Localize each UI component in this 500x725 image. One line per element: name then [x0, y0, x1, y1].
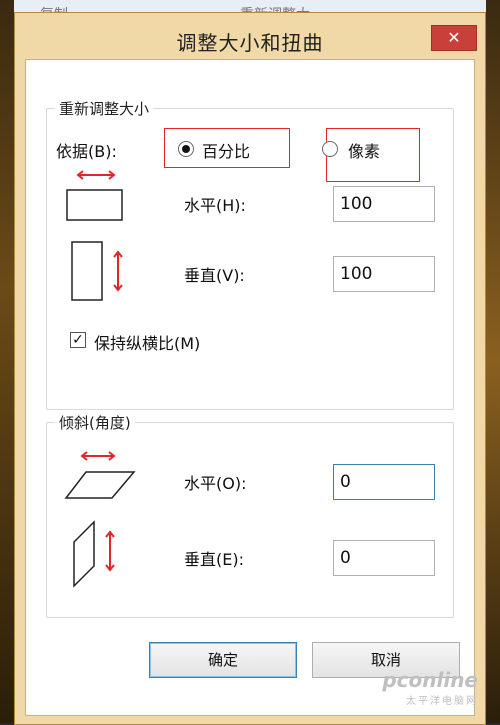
resize-horizontal-input[interactable]: 100 [333, 186, 435, 222]
ok-button[interactable]: 确定 [149, 642, 297, 678]
resize-horizontal-label: 水平(H): [184, 196, 246, 215]
percent-radio[interactable] [178, 141, 194, 157]
keep-aspect-label[interactable]: 保持纵横比(M) [94, 330, 200, 354]
resize-skew-dialog: 调整大小和扭曲 ✕ 重新调整大小 依据(B): 百分比 像素 水平(H): 10… [14, 12, 486, 725]
skew-vertical-input[interactable]: 0 [333, 540, 435, 576]
close-button[interactable]: ✕ [431, 25, 477, 51]
watermark-logo-text: pconline [382, 668, 478, 692]
dialog-client-area: 重新调整大小 依据(B): 百分比 像素 水平(H): 100 垂直(V): 1… [25, 59, 475, 716]
pconline-watermark: pconline 太平洋电脑网 [382, 668, 478, 707]
resize-by-label: 依据(B): [56, 142, 117, 161]
dialog-titlebar[interactable]: 调整大小和扭曲 ✕ [15, 13, 485, 59]
skew-horizontal-label: 水平(O): [184, 474, 247, 493]
watermark-subtitle: 太平洋电脑网 [406, 696, 478, 707]
background-left-edge [0, 0, 14, 723]
resize-horizontal-icon [66, 170, 123, 221]
background-right-edge [486, 0, 500, 723]
percent-option-label[interactable]: 百分比 [202, 138, 250, 162]
resize-vertical-input[interactable]: 100 [333, 256, 435, 292]
resize-vertical-label: 垂直(V): [184, 266, 245, 285]
close-icon: ✕ [447, 28, 461, 47]
dialog-title: 调整大小和扭曲 [176, 31, 324, 55]
radio-selected-dot [182, 145, 190, 153]
skew-group-legend: 倾斜(角度) [55, 412, 135, 433]
skew-vertical-label: 垂直(E): [184, 550, 244, 569]
skew-vertical-icon [73, 520, 115, 588]
pixels-radio[interactable] [322, 141, 338, 157]
pixels-option-label[interactable]: 像素 [348, 138, 380, 162]
check-mark-icon: ✓ [72, 332, 84, 348]
resize-group-legend: 重新调整大小 [55, 98, 154, 119]
skew-horizontal-input[interactable]: 0 [333, 464, 435, 500]
skew-horizontal-icon [64, 451, 136, 499]
keep-aspect-checkbox[interactable]: ✓ [70, 332, 86, 348]
resize-vertical-icon [71, 241, 123, 301]
